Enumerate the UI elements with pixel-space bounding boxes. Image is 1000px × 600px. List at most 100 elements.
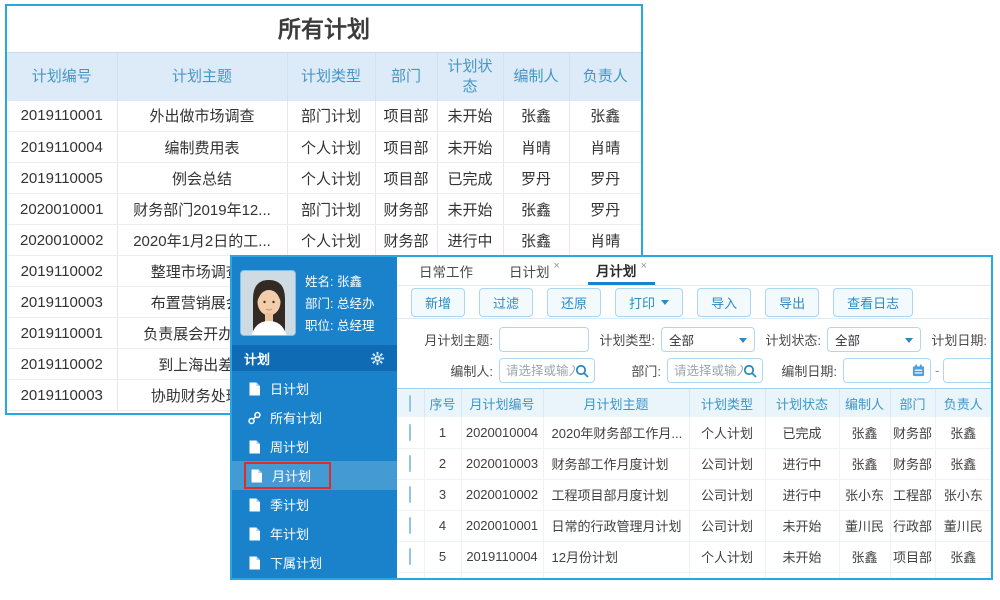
- creator-cell[interactable]: 董川民: [838, 510, 890, 542]
- close-icon[interactable]: ×: [554, 260, 560, 272]
- dept-filter-field[interactable]: [667, 358, 763, 383]
- subject-cell[interactable]: 日常的行政管理月计划: [542, 510, 689, 542]
- table-row[interactable]: 6201911000211月部门计划部门计划进行中张鑫人事部罗毅: [397, 572, 991, 578]
- close-icon[interactable]: ×: [640, 260, 646, 272]
- owner-cell[interactable]: 罗毅: [934, 572, 991, 578]
- table-row[interactable]: 2019110001 外出做市场调查 部门计划 项目部 未开始 张鑫 张鑫: [7, 100, 641, 132]
- sidebar-item[interactable]: 年计划: [232, 519, 397, 548]
- id-cell[interactable]: 2020010002: [460, 479, 543, 511]
- sidebar-item[interactable]: 月计划: [232, 461, 397, 490]
- status-cell: 进行中: [764, 479, 839, 511]
- toolbar-button[interactable]: 还原: [547, 287, 602, 317]
- gear-icon[interactable]: [370, 351, 385, 366]
- active-item-annotation-box: 月计划: [244, 462, 332, 489]
- button-label: 导出: [779, 295, 806, 311]
- toolbar-button[interactable]: 新增: [411, 287, 466, 317]
- creator-filter-input[interactable]: [506, 363, 575, 378]
- column-header: 计划状态: [764, 389, 839, 417]
- id-cell[interactable]: 2019110004: [460, 541, 543, 573]
- id-cell[interactable]: 2019110002: [460, 572, 543, 578]
- type-cell: 个人计划: [688, 541, 765, 573]
- table-cell: 个人计划: [286, 131, 375, 163]
- table-cell: 个人计划: [286, 224, 375, 256]
- calendar-icon[interactable]: [912, 364, 925, 377]
- table-row[interactable]: 2020010001 财务部门2019年12... 部门计划 财务部 未开始 张鑫 罗丹: [7, 193, 641, 225]
- table-row[interactable]: 5 2019110004 12月份计划 个人计划 未开始 张鑫 项目部 张鑫: [397, 541, 991, 573]
- search-icon[interactable]: [575, 364, 589, 378]
- toolbar-button[interactable]: 打印: [615, 287, 684, 317]
- table-cell: 张鑫: [502, 100, 569, 132]
- subject-cell[interactable]: 12月份计划: [542, 541, 689, 573]
- table-row[interactable]: 2020010002 2020年1月2日的工... 个人计划 财务部 进行中 张鑫 肖晴: [7, 224, 641, 256]
- tab-item[interactable]: 日计划 ×: [501, 257, 568, 285]
- sidebar-item[interactable]: 所有计划: [232, 403, 397, 432]
- column-header: 月计划编号: [460, 389, 543, 417]
- chevron-down-icon: [905, 337, 913, 347]
- creator-cell[interactable]: 张鑫: [838, 417, 890, 449]
- creator-cell[interactable]: 张小东: [838, 479, 890, 511]
- subject-cell[interactable]: 11月部门计划: [542, 572, 689, 578]
- toolbar-button[interactable]: 过滤: [479, 287, 534, 317]
- table-row[interactable]: 2 2020010003 财务部工作月度计划 公司计划 进行中 张鑫 财务部 张鑫: [397, 448, 991, 480]
- row-checkbox[interactable]: [409, 517, 412, 534]
- table-cell: 已完成: [436, 162, 503, 194]
- sidebar-item[interactable]: 周计划: [232, 432, 397, 461]
- status-filter-select[interactable]: 全部: [827, 327, 921, 352]
- subject-filter-input[interactable]: [499, 327, 589, 352]
- toolbar-button[interactable]: 导入: [697, 287, 752, 317]
- owner-cell[interactable]: 张鑫: [934, 448, 991, 480]
- button-label: 新增: [425, 295, 452, 311]
- table-row[interactable]: 4 2020010001 日常的行政管理月计划 公司计划 未开始 董川民 行政部 董川民: [397, 510, 991, 542]
- select-all-checkbox[interactable]: [409, 394, 412, 412]
- table-row[interactable]: 2019110005 例会总结 个人计划 项目部 已完成 罗丹 罗丹: [7, 162, 641, 194]
- table-cell: 张鑫: [568, 100, 641, 132]
- owner-cell[interactable]: 张鑫: [934, 417, 991, 449]
- id-cell[interactable]: 2020010003: [460, 448, 543, 480]
- row-checkbox[interactable]: [409, 548, 412, 565]
- create-date-start-input[interactable]: [850, 363, 912, 378]
- table-cell: 2019110002: [7, 348, 117, 380]
- table-cell: 例会总结: [116, 162, 287, 194]
- sidebar-item[interactable]: 日计划: [232, 374, 397, 403]
- column-header: 负责人: [568, 52, 641, 101]
- creator-cell[interactable]: 张鑫: [838, 448, 890, 480]
- sidebar-item[interactable]: 下属计划: [232, 548, 397, 577]
- row-checkbox[interactable]: [409, 455, 412, 472]
- checkbox-cell: [397, 417, 424, 449]
- id-cell[interactable]: 2020010004: [460, 417, 543, 449]
- id-cell[interactable]: 2020010001: [460, 510, 543, 542]
- toolbar-button[interactable]: 查看日志: [833, 287, 914, 317]
- owner-cell[interactable]: 张小东: [934, 479, 991, 511]
- tab-active[interactable]: 月计划 ×: [587, 257, 655, 285]
- row-checkbox[interactable]: [409, 423, 412, 441]
- table-row[interactable]: 3 2020010002 工程项目部月度计划 公司计划 进行中 张小东 工程部 张小东: [397, 479, 991, 511]
- owner-cell[interactable]: 董川民: [934, 510, 991, 542]
- subject-cell[interactable]: 工程项目部月度计划: [542, 479, 689, 511]
- sidebar-item[interactable]: 季计划: [232, 490, 397, 519]
- tab-item[interactable]: 日常工作: [411, 257, 481, 285]
- creator-cell[interactable]: 张鑫: [838, 572, 890, 578]
- table-cell: 2019110003: [7, 379, 117, 411]
- status-cell: 已完成: [764, 417, 839, 449]
- toolbar-button[interactable]: 导出: [765, 287, 820, 317]
- subject-cell[interactable]: 2020年财务部工作月...: [542, 417, 689, 449]
- chevron-down-icon: [661, 300, 670, 309]
- subject-cell[interactable]: 财务部工作月度计划: [542, 448, 689, 480]
- document-icon: [249, 440, 260, 453]
- create-date-end-input[interactable]: [943, 358, 991, 383]
- table-row[interactable]: 1 2020010004 2020年财务部工作月... 个人计划 已完成 张鑫 财务部 张鑫: [397, 417, 991, 449]
- button-label: 查看日志: [847, 295, 900, 311]
- creator-filter-field[interactable]: [499, 358, 595, 383]
- creator-cell[interactable]: 张鑫: [838, 541, 890, 573]
- search-icon[interactable]: [743, 364, 757, 378]
- owner-cell[interactable]: 张鑫: [934, 541, 991, 573]
- dept-filter-input[interactable]: [674, 363, 743, 378]
- document-icon: [249, 556, 260, 569]
- type-filter-select[interactable]: 全部: [661, 327, 755, 352]
- sidebar-section-header[interactable]: 计划: [232, 345, 397, 371]
- create-date-start-field[interactable]: [843, 358, 931, 383]
- row-checkbox[interactable]: [409, 486, 412, 503]
- dept-cell: 财务部: [889, 448, 935, 480]
- table-row[interactable]: 2019110004 编制费用表 个人计划 项目部 未开始 肖晴 肖晴: [7, 131, 641, 163]
- status-cell: 未开始: [764, 541, 839, 573]
